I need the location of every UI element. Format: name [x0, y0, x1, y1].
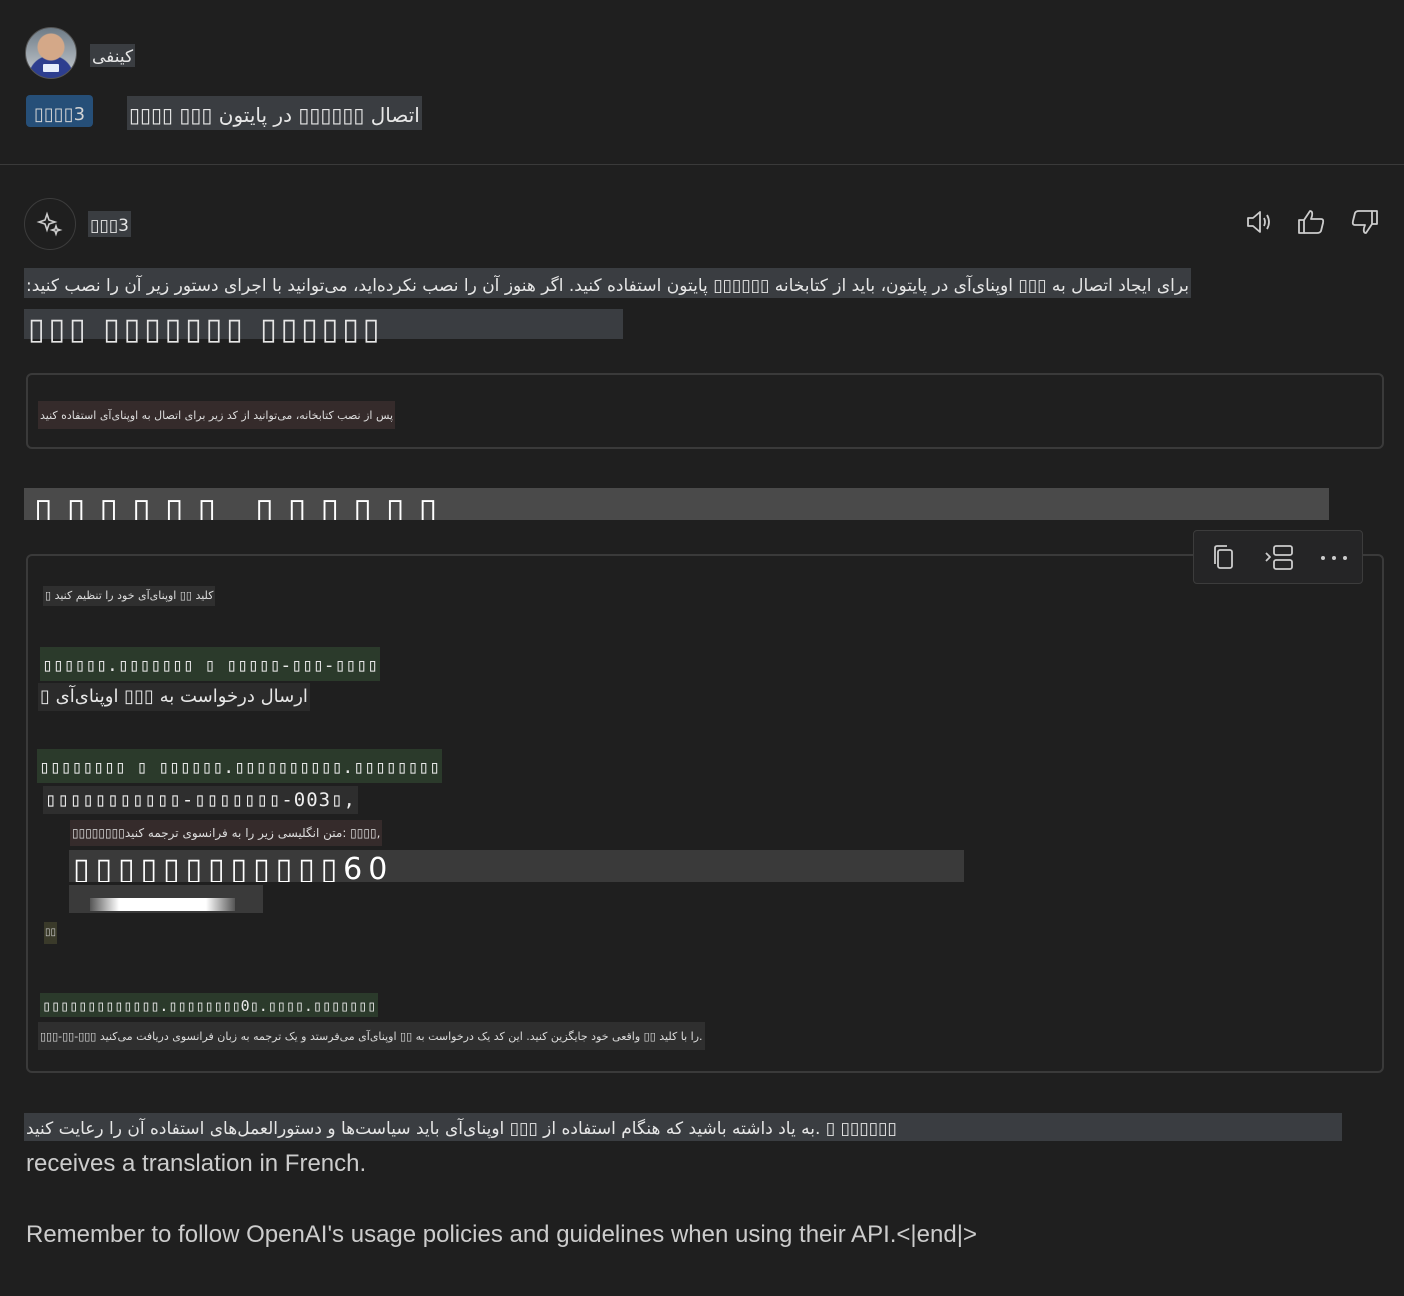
- code-line: ▯▯▯▯▯▯.▯▯▯▯▯▯▯ ▯ ▯▯▯▯▯-▯▯▯-▯▯▯▯: [40, 647, 380, 681]
- copy-icon: [1214, 545, 1233, 569]
- section-heading-2: ▯▯▯▯▯▯ ▯▯▯▯▯▯: [24, 488, 1329, 520]
- user-message-section: [0, 0, 1404, 165]
- assistant-avatar: [24, 198, 76, 250]
- code-line-garbled-bar: [90, 898, 235, 911]
- code-comment: ▯ ارسال درخواست به ▯▯▯ اوپنای‌آی: [38, 683, 310, 711]
- code-line: ▯▯▯▯▯▯▯▯▯▯▯▯▯.▯▯▯▯▯▯▯▯0▯.▯▯▯▯.▯▯▯▯▯▯▯: [40, 993, 379, 1017]
- code-line: ▯▯: [44, 922, 58, 944]
- speaker-icon: [1247, 211, 1270, 233]
- thumbs-up-icon: [1298, 210, 1325, 234]
- more-actions-button[interactable]: [1306, 531, 1362, 585]
- thumbs-down-icon: [1351, 210, 1378, 234]
- code-line: ▯▯▯▯▯▯▯▯متن انگلیسی زیر را به فرانسوی تر…: [70, 820, 383, 846]
- code-explanation: ▯▯▯-▯▯-▯▯▯ را با کلید ▯▯ واقعی خود جایگز…: [38, 1022, 705, 1050]
- thumbs-down-button[interactable]: [1346, 204, 1382, 240]
- read-aloud-button[interactable]: [1242, 204, 1278, 240]
- insert-icon: [1265, 545, 1293, 570]
- usage-policy-note-fa: به یاد داشته باشید که هنگام استفاده از ▯…: [24, 1113, 1342, 1141]
- response-paragraph: برای ایجاد اتصال به ▯▯▯ اوپنای‌آی در پای…: [24, 268, 1191, 298]
- user-name: کینفی: [90, 44, 136, 67]
- user-avatar[interactable]: [25, 27, 77, 79]
- response-text: Remember to follow OpenAI's usage polici…: [26, 1221, 977, 1248]
- insert-at-cursor-button[interactable]: [1251, 531, 1307, 585]
- code-comment: ▯ کلید ▯▯ اوپنای‌آی خود را تنظیم کنید: [43, 586, 216, 606]
- sparkle-icon: [36, 211, 63, 237]
- copy-button[interactable]: [1196, 531, 1252, 585]
- code-block-toolbar: [1193, 530, 1363, 584]
- response-text: receives a translation in French.: [26, 1150, 367, 1177]
- prompt-reference-chip[interactable]: ▯▯▯▯3: [26, 95, 94, 127]
- assistant-name: ▯▯▯3: [88, 211, 131, 237]
- avatar-badge: [43, 64, 59, 72]
- user-prompt-text: ▯▯▯▯ ▯▯▯ اتصال ▯▯▯▯▯▯ در پایتون: [127, 96, 422, 130]
- code-line: ▯▯▯▯▯▯▯▯▯▯▯-▯▯▯▯▯▯▯-003▯,: [43, 786, 358, 814]
- code-line: ▯▯▯▯▯▯▯▯▯▯▯▯60: [69, 850, 964, 882]
- install-command-text: پس از نصب کتابخانه، می‌توانید از کد زیر …: [38, 401, 396, 429]
- more-icon: [1321, 556, 1347, 560]
- section-heading: ▯▯▯ ▯▯▯▯▯▯▯ ▯▯▯▯▯▯: [24, 309, 623, 347]
- code-line: ▯▯▯▯▯▯▯▯ ▯ ▯▯▯▯▯▯.▯▯▯▯▯▯▯▯▯▯.▯▯▯▯▯▯▯▯: [37, 749, 442, 783]
- thumbs-up-button[interactable]: [1294, 204, 1330, 240]
